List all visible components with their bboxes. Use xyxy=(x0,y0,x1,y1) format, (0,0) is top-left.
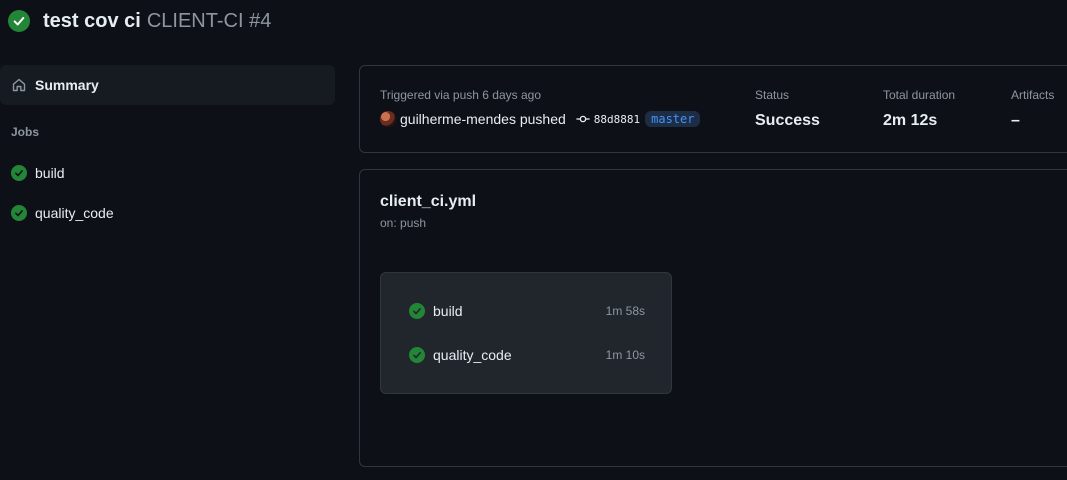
home-icon xyxy=(11,77,27,93)
check-circle-icon xyxy=(409,303,425,319)
sidebar-item-quality-code[interactable]: quality_code xyxy=(11,201,114,225)
jobs-graph-box: build 1m 58s quality_code 1m 10s xyxy=(380,272,672,394)
sidebar-item-label: build xyxy=(35,165,65,181)
sidebar-item-label: quality_code xyxy=(35,205,114,221)
check-circle-icon xyxy=(11,205,27,221)
run-summary-panel: Triggered via push 6 days ago guilherme-… xyxy=(359,65,1067,153)
duration-label: Total duration xyxy=(883,88,956,102)
run-title: test cov ci xyxy=(43,9,141,32)
job-duration: 1m 58s xyxy=(605,304,645,318)
sidebar-item-build[interactable]: build xyxy=(11,161,65,185)
duration-block: Total duration 2m 12s xyxy=(883,88,955,130)
sidebar-item-summary[interactable]: Summary xyxy=(0,65,335,105)
avatar[interactable] xyxy=(380,111,396,127)
branch-label[interactable]: master xyxy=(645,111,701,127)
artifacts-block: Artifacts – xyxy=(1011,88,1054,130)
duration-value: 2m 12s xyxy=(883,112,938,129)
check-circle-icon xyxy=(11,165,27,181)
graph-job-quality-code[interactable]: quality_code 1m 10s xyxy=(409,345,645,365)
status-block: Status Success xyxy=(755,88,820,130)
run-header: test cov ci CLIENT-CI #4 xyxy=(8,8,271,34)
sidebar-item-label: Summary xyxy=(35,77,99,93)
commit-sha-link[interactable]: 88d8881 xyxy=(594,113,640,126)
commit-icon xyxy=(576,112,590,126)
workflow-run-page: test cov ci CLIENT-CI #4 Summary Jobs bu… xyxy=(0,0,1067,480)
job-duration: 1m 10s xyxy=(605,348,645,362)
workflow-trigger: on: push xyxy=(380,216,427,230)
trigger-info: Triggered via push 6 days ago xyxy=(380,88,541,102)
status-label: Status xyxy=(755,88,790,102)
graph-job-build[interactable]: build 1m 58s xyxy=(409,301,645,321)
status-value: Success xyxy=(755,112,820,129)
actor-text[interactable]: guilherme-mendes pushed xyxy=(400,111,566,127)
workflow-file-name[interactable]: client_ci.yml xyxy=(380,193,476,211)
jobs-heading: Jobs xyxy=(11,125,40,139)
push-info-row: guilherme-mendes pushed 88d8881 master xyxy=(380,111,701,127)
artifacts-label: Artifacts xyxy=(1011,88,1055,102)
success-check-icon xyxy=(8,10,30,32)
check-circle-icon xyxy=(409,347,425,363)
job-name: quality_code xyxy=(433,347,512,363)
run-workflow-number: CLIENT-CI #4 xyxy=(146,9,272,32)
artifacts-value: – xyxy=(1011,112,1020,129)
job-name: build xyxy=(433,303,463,319)
workflow-graph-panel: client_ci.yml on: push build 1m 58s qual… xyxy=(359,169,1067,467)
